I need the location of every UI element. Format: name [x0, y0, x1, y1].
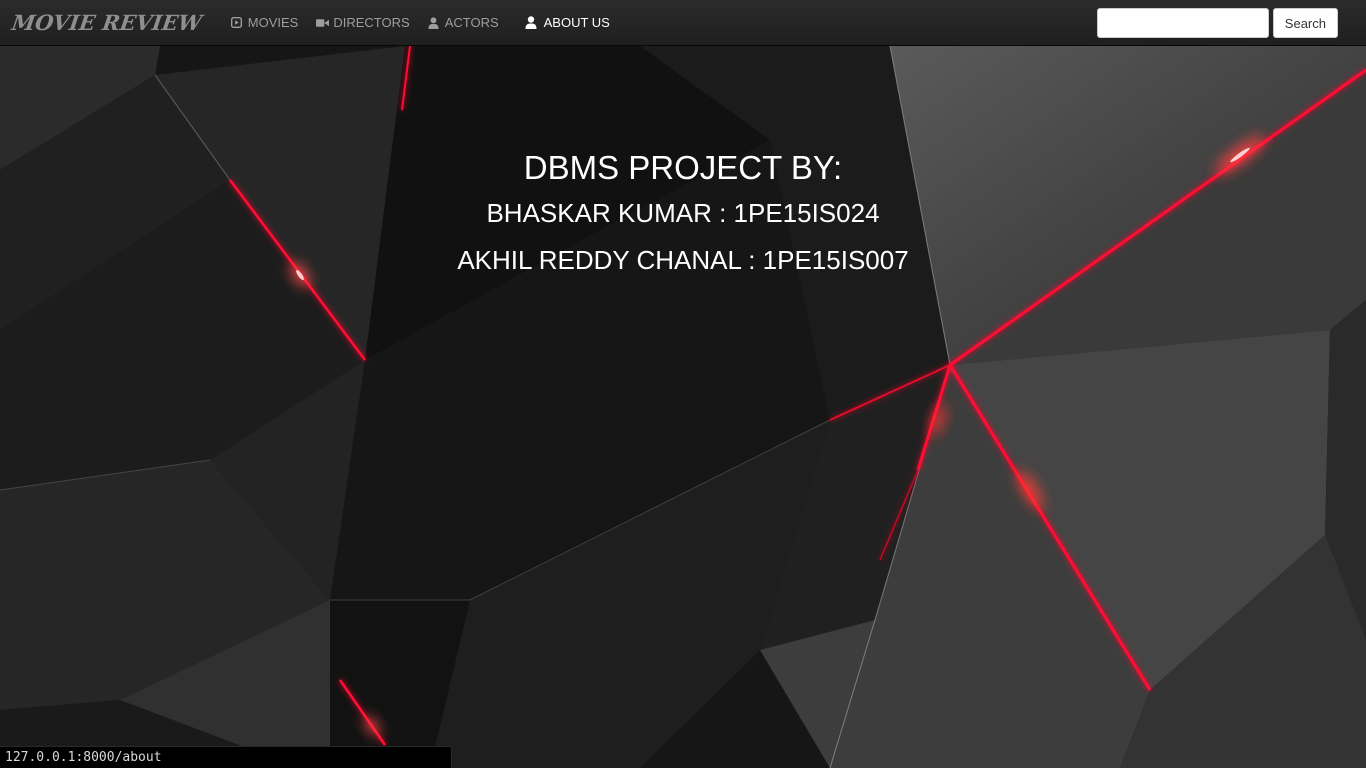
page-title: DBMS PROJECT BY: — [523, 149, 843, 186]
background-image — [0, 0, 1366, 768]
video-camera-icon — [315, 16, 329, 30]
user-icon — [524, 16, 538, 30]
search-button[interactable]: Search — [1272, 8, 1338, 38]
nav-item-label: ACTORS — [444, 15, 499, 30]
nav-item-label: MOVIES — [247, 15, 299, 30]
navbar: MOVIE REVIEW MOVIES DIRECTORS ACTORS ABO… — [0, 0, 1366, 46]
brand-logo[interactable]: MOVIE REVIEW — [10, 10, 203, 35]
team-member: BHASKAR KUMAR : 1PE15IS024 — [486, 198, 880, 228]
nav-item-label: DIRECTORS — [333, 15, 410, 30]
nav-item-directors[interactable]: DIRECTORS — [313, 0, 424, 46]
nav-item-actors[interactable]: ACTORS — [425, 0, 514, 46]
page: MOVIE REVIEW MOVIES DIRECTORS ACTORS ABO… — [0, 0, 1366, 768]
status-bar-url: 127.0.0.1:8000/about — [0, 746, 452, 768]
nav-menu: MOVIES DIRECTORS ACTORS ABOUT US — [228, 0, 625, 46]
nav-item-about-us[interactable]: ABOUT US — [514, 0, 625, 46]
about-content: DBMS PROJECT BY: BHASKAR KUMAR : 1PE15IS… — [0, 146, 1366, 284]
nav-item-movies[interactable]: MOVIES — [228, 0, 314, 46]
team-member: AKHIL REDDY CHANAL : 1PE15IS007 — [457, 245, 909, 275]
search-form: Search — [1096, 8, 1338, 38]
play-icon — [230, 16, 244, 30]
user-icon — [427, 16, 441, 30]
nav-item-label: ABOUT US — [543, 15, 610, 30]
search-input[interactable] — [1096, 8, 1269, 38]
